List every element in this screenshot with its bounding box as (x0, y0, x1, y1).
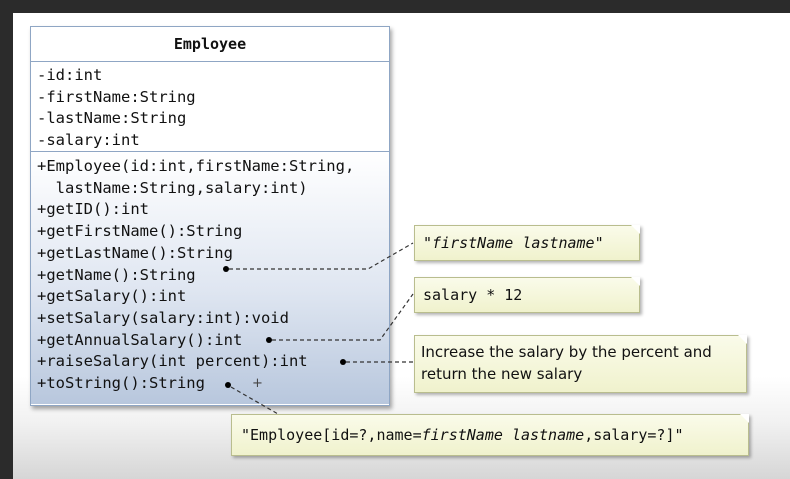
method-get-last-name: +getLastName():String (37, 243, 233, 262)
note-annual-salary: salary * 12 (414, 277, 640, 313)
to-string-italic: firstName lastname (421, 426, 585, 444)
method-get-salary: +getSalary():int (37, 287, 187, 306)
method-raise-salary: +raiseSalary(int percent):int (37, 352, 308, 371)
method-get-id: +getID():int (37, 200, 149, 219)
attribute-salary: -salary:int (37, 130, 140, 149)
note-to-string-text: "Employee[id=?,name=firstName lastname,s… (232, 415, 748, 455)
to-string-prefix: "Employee[id=?,name= (241, 426, 422, 444)
method-to-string: +toString():String (37, 374, 205, 393)
method-get-annual-salary: +getAnnualSalary():int (37, 330, 243, 349)
note-annual-salary-text: salary * 12 (423, 286, 523, 304)
note-to-string: "Employee[id=?,name=firstName lastname,s… (231, 414, 749, 456)
methods-section: +Employee(id:int,firstName:String, lastN… (31, 152, 389, 404)
note-get-name-text: "firstName lastname" (423, 234, 604, 252)
method-constructor-line1: +Employee(id:int,firstName:String, (37, 157, 355, 175)
attribute-last-name: -lastName:String (37, 109, 187, 127)
note-get-name: "firstName lastname" (414, 225, 640, 261)
note-raise-salary: Increase the salary by the percent and r… (414, 335, 747, 393)
method-constructor-line2: lastName:String,salary:int) (37, 178, 308, 197)
uml-class-box-employee: Employee -id:int -firstName:String -last… (30, 26, 390, 406)
mouse-cursor-crosshair: + (252, 376, 263, 391)
attribute-first-name: -firstName:String (37, 87, 196, 106)
note-raise-salary-text: Increase the salary by the percent and r… (421, 343, 712, 383)
to-string-suffix: ,salary=?]" (584, 426, 684, 444)
attribute-id: -id:int (37, 66, 103, 84)
method-get-first-name: +getFirstName():String (37, 222, 243, 241)
attributes-section: -id:int -firstName:String -lastName:Stri… (31, 62, 389, 152)
class-name: Employee (31, 27, 389, 62)
method-get-name: +getName():String (37, 265, 196, 284)
method-set-salary: +setSalary(salary:int):void (37, 308, 289, 327)
